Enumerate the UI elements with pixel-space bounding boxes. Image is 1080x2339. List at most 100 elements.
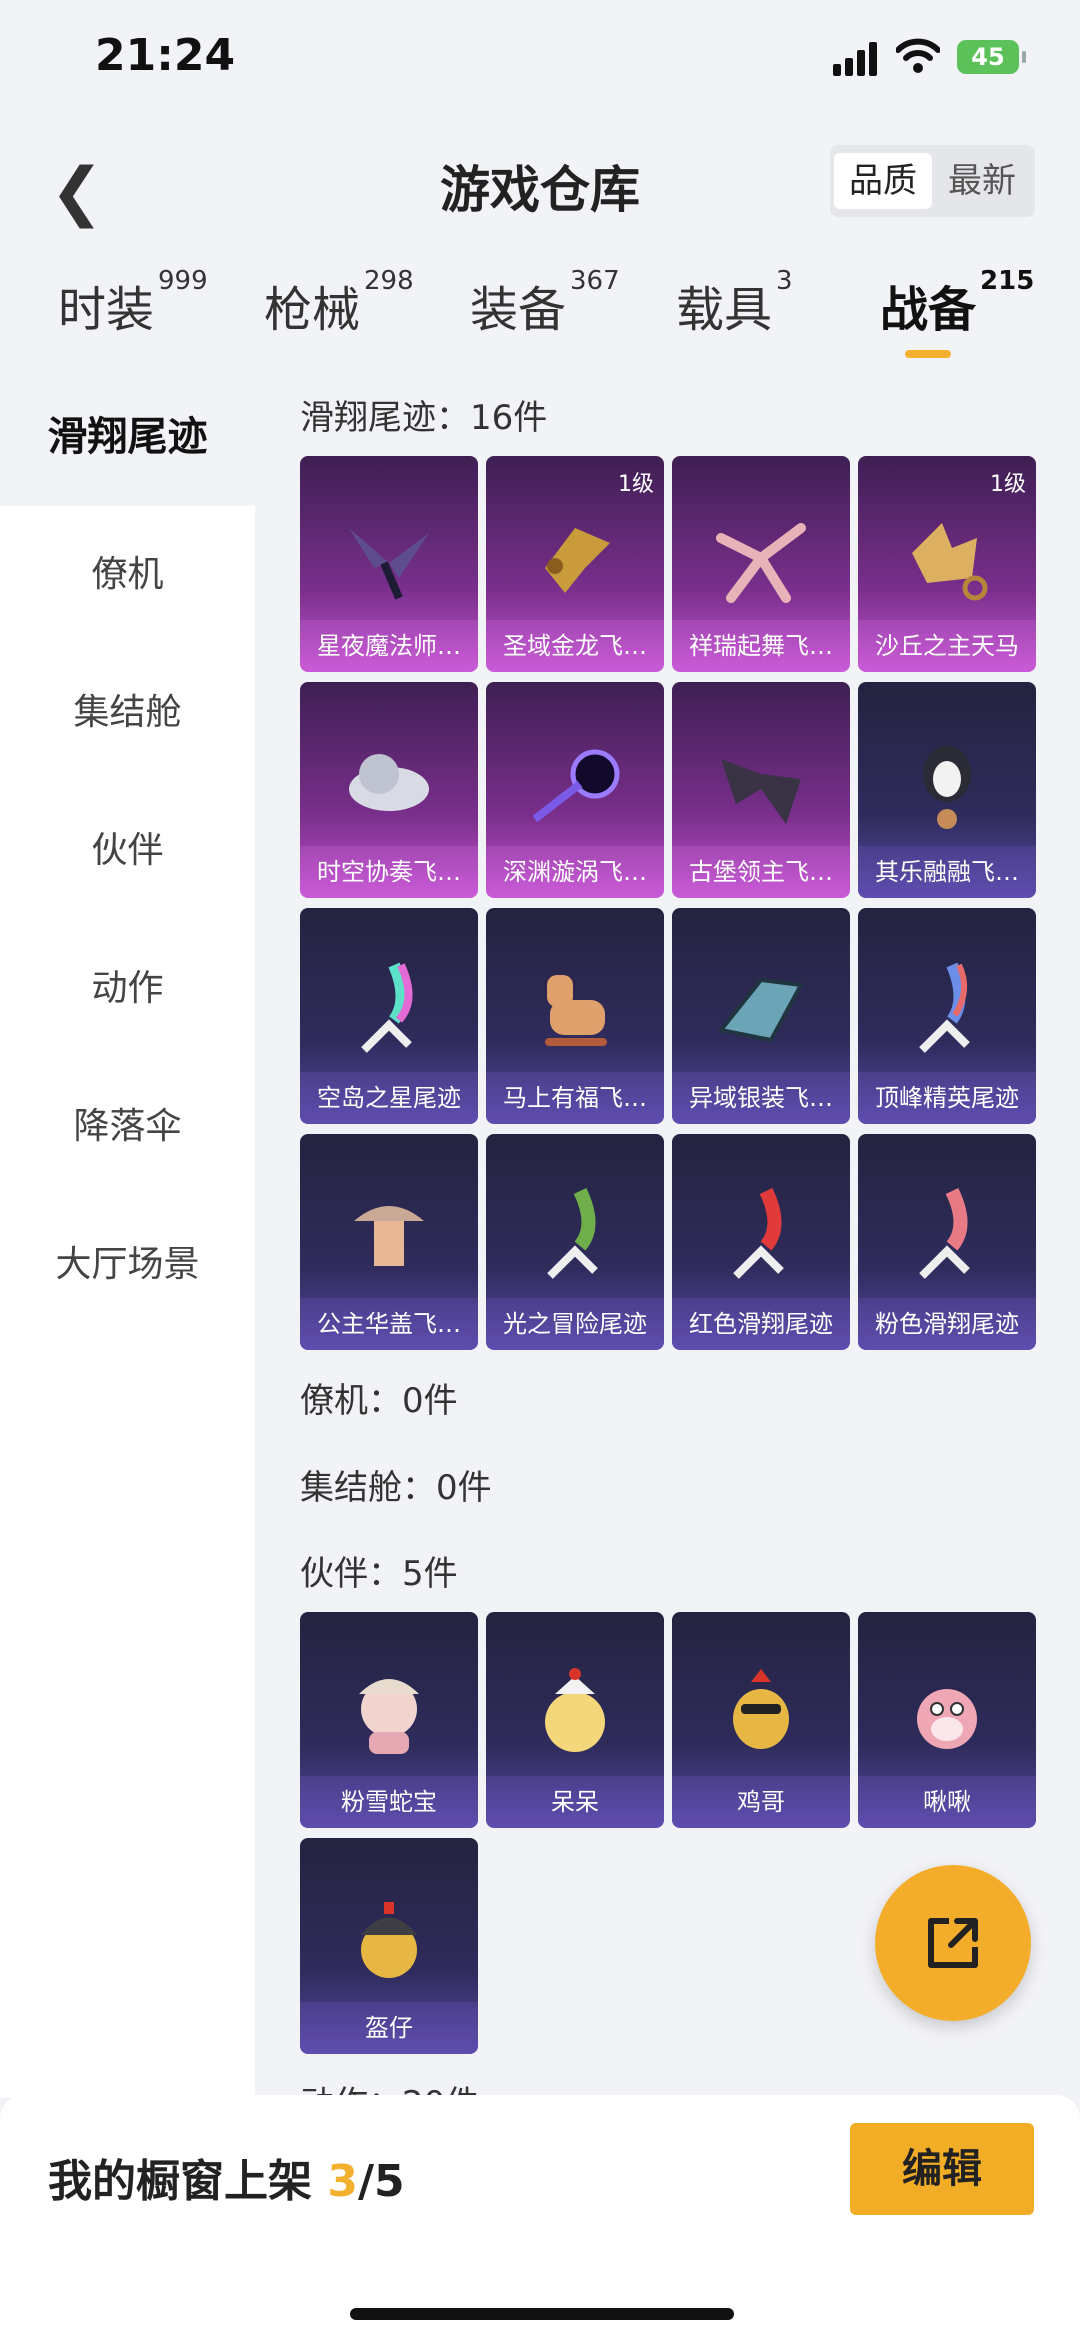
pink-bird-icon [917, 1689, 977, 1749]
external-link-icon [928, 1918, 978, 1968]
bottom-bar: 我的橱窗上架 3/5 编辑 [0, 2095, 1080, 2339]
item-card[interactable]: 祥瑞起舞飞… [672, 456, 850, 672]
tab-label: 战备 [880, 282, 977, 338]
item-card[interactable]: 红色滑翔尾迹 [672, 1134, 850, 1350]
tab-equipment[interactable]: 装备367 [470, 266, 620, 340]
silver-wing-icon [717, 977, 805, 1043]
tab-fashion[interactable]: 时装999 [58, 266, 208, 340]
item-card[interactable]: 呆呆 [486, 1612, 664, 1828]
penguin-balloon-icon [923, 746, 971, 829]
shelf-count: 3 [327, 2156, 358, 2207]
sort-quality-button[interactable]: 品质 [834, 153, 932, 209]
item-card[interactable]: 1级 沙丘之主天马 [858, 456, 1036, 672]
spacetime-glider-icon [349, 754, 429, 811]
tab-count: 3 [776, 266, 793, 296]
pink-trail-icon [919, 1187, 970, 1279]
tab-count: 215 [980, 266, 1035, 296]
item-name: 异域银装飞… [672, 1072, 850, 1124]
status-bar: 21:24 45 [0, 0, 1080, 120]
item-card[interactable]: 盔仔 [300, 1838, 478, 2054]
item-card[interactable]: 马上有福飞… [486, 908, 664, 1124]
item-card[interactable]: 空岛之星尾迹 [300, 908, 478, 1124]
item-card[interactable]: 古堡领主飞… [672, 682, 850, 898]
tab-vehicles[interactable]: 载具3 [676, 266, 793, 340]
tab-label: 枪械 [264, 282, 361, 338]
item-name: 祥瑞起舞飞… [672, 620, 850, 672]
tab-combat-prep[interactable]: 战备215 [880, 266, 1034, 340]
wings-icon [349, 528, 429, 600]
signal-icon [833, 42, 879, 76]
item-name: 顶峰精英尾迹 [858, 1072, 1036, 1124]
tab-count: 367 [570, 266, 620, 296]
item-card[interactable]: 其乐融融飞… [858, 682, 1036, 898]
item-name: 粉雪蛇宝 [300, 1776, 478, 1828]
toy-horse-icon [545, 975, 607, 1046]
item-name: 呆呆 [486, 1776, 664, 1828]
item-name: 公主华盖飞… [300, 1298, 478, 1350]
edit-button[interactable]: 编辑 [850, 2123, 1034, 2215]
dragon-icon [545, 528, 610, 593]
sidebar-item-glide-trail[interactable]: 滑翔尾迹 [0, 368, 255, 506]
item-level-badge: 1级 [618, 472, 654, 497]
item-level-badge: 1级 [990, 472, 1026, 497]
item-card[interactable]: 1级 圣域金龙飞… [486, 456, 664, 672]
sidebar-item-wingman[interactable]: 僚机 [0, 506, 255, 644]
item-name: 马上有福飞… [486, 1072, 664, 1124]
battery-icon: 45 [957, 40, 1026, 74]
share-button[interactable] [875, 1865, 1031, 2021]
header: ❮ 游戏仓库 品质 最新 时装999 枪械298 装备367 载具3 战备215 [0, 120, 1080, 360]
item-card[interactable]: 顶峰精英尾迹 [858, 908, 1036, 1124]
dancing-glider-icon [716, 523, 806, 603]
pegasus-icon [912, 523, 988, 601]
sidebar-item-partner[interactable]: 伙伴 [0, 782, 255, 920]
item-name: 盔仔 [300, 2002, 478, 2054]
item-card[interactable]: 啾啾 [858, 1612, 1036, 1828]
sidebar-item-assembly-pod[interactable]: 集结舱 [0, 644, 255, 782]
sidebar-item-parachute[interactable]: 降落伞 [0, 1058, 255, 1196]
item-name: 深渊漩涡飞… [486, 846, 664, 898]
item-name: 古堡领主飞… [672, 846, 850, 898]
tab-label: 装备 [470, 282, 567, 338]
item-card[interactable]: 鸡哥 [672, 1612, 850, 1828]
sort-newest-button[interactable]: 最新 [933, 153, 1031, 209]
item-name: 沙丘之主天马 [858, 620, 1036, 672]
shelf-label: 我的橱窗上架 [48, 2156, 312, 2207]
sidebar: 滑翔尾迹 僚机 集结舱 伙伴 动作 降落伞 大厅场景 [0, 368, 255, 2098]
vortex-icon [532, 749, 620, 823]
bat-wing-icon [721, 759, 801, 824]
item-name: 鸡哥 [672, 1776, 850, 1828]
tab-label: 载具 [676, 282, 773, 338]
item-name: 粉色滑翔尾迹 [858, 1298, 1036, 1350]
red-trail-icon [733, 1187, 784, 1279]
rooster-icon [733, 1669, 789, 1749]
tab-label: 时装 [58, 282, 155, 338]
green-trail-icon [547, 1187, 598, 1279]
item-name: 光之冒险尾迹 [486, 1298, 664, 1350]
item-card[interactable]: 光之冒险尾迹 [486, 1134, 664, 1350]
snow-snake-icon [359, 1679, 419, 1754]
sidebar-item-lobby-scene[interactable]: 大厅场景 [0, 1196, 255, 1334]
item-card[interactable]: 时空协奏飞… [300, 682, 478, 898]
sort-toggle: 品质 最新 [830, 145, 1035, 217]
item-name: 其乐融融飞… [858, 846, 1036, 898]
item-name: 空岛之星尾迹 [300, 1072, 478, 1124]
tab-count: 298 [364, 266, 414, 296]
section-title-assembly-pod: 集结舱：0件 [300, 1468, 492, 1508]
item-name: 红色滑翔尾迹 [672, 1298, 850, 1350]
item-card[interactable]: 深渊漩涡飞… [486, 682, 664, 898]
sidebar-item-action[interactable]: 动作 [0, 920, 255, 1058]
item-content: 滑翔尾迹：16件 星夜魔法师… 1级 圣域金龙飞… 祥瑞起舞飞… 1级 沙丘之主… [255, 368, 1080, 2098]
chick-icon [545, 1668, 605, 1752]
warehouse-screen: 21:24 45 ❮ 游戏仓库 品质 最新 时装999 枪械298 装备367 … [0, 0, 1080, 2339]
item-card[interactable]: 粉色滑翔尾迹 [858, 1134, 1036, 1350]
category-tabs: 时装999 枪械298 装备367 载具3 战备215 [0, 260, 1080, 360]
item-card[interactable]: 粉雪蛇宝 [300, 1612, 478, 1828]
section-title-partner: 伙伴：5件 [300, 1554, 458, 1594]
item-card[interactable]: 公主华盖飞… [300, 1134, 478, 1350]
tab-guns[interactable]: 枪械298 [264, 266, 414, 340]
helmet-chick-icon [361, 1902, 417, 1978]
item-name: 星夜魔法师… [300, 620, 478, 672]
item-card[interactable]: 星夜魔法师… [300, 456, 478, 672]
item-card[interactable]: 异域银装飞… [672, 908, 850, 1124]
rainbow-trail-icon [361, 962, 413, 1053]
